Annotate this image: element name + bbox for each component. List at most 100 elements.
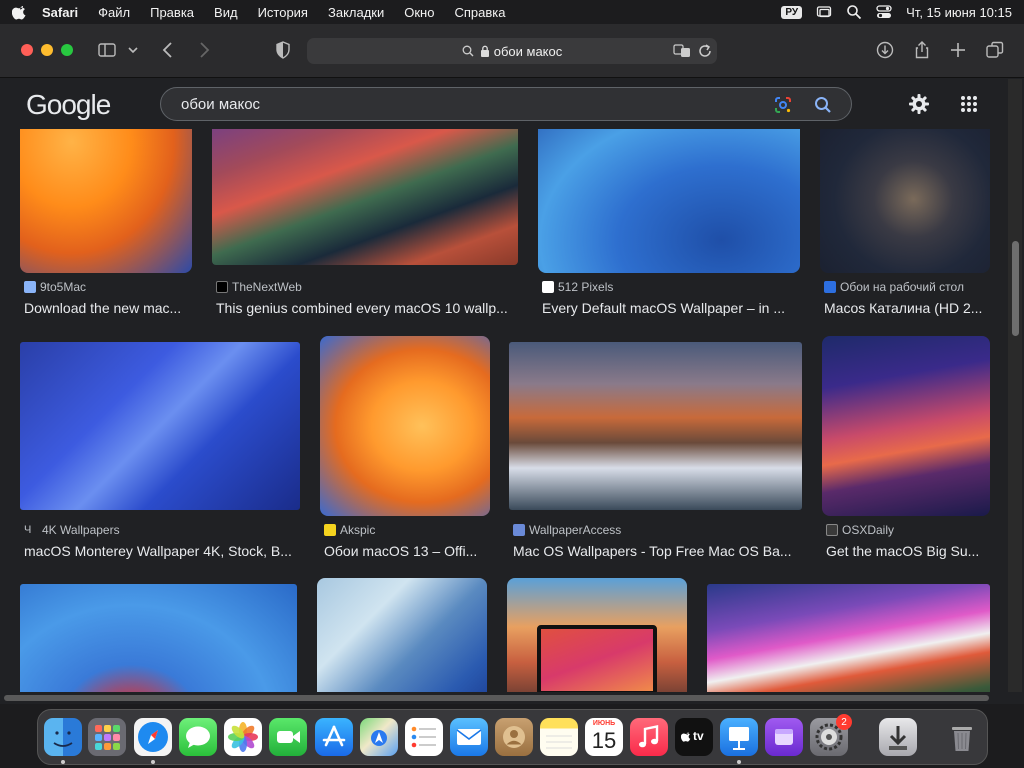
result-title[interactable]: Macos Каталина (HD 2...: [824, 300, 990, 316]
google-logo[interactable]: Google: [26, 89, 111, 121]
image-result[interactable]: Ч 4K Wallpapers macOS Monterey Wallpaper …: [20, 334, 300, 564]
window-close-button[interactable]: [21, 44, 33, 56]
result-source[interactable]: Akspic: [340, 523, 375, 537]
horizontal-scrollbar-thumb[interactable]: [4, 695, 989, 701]
result-thumbnail[interactable]: [212, 129, 518, 265]
result-title[interactable]: Download the new mac...: [24, 300, 192, 316]
result-thumbnail[interactable]: [317, 578, 487, 692]
menu-window[interactable]: Окно: [404, 5, 434, 20]
result-title[interactable]: Обои macOS 13 – Offi...: [324, 543, 490, 559]
back-icon[interactable]: [158, 40, 178, 60]
result-source[interactable]: TheNextWeb: [232, 280, 302, 294]
result-thumbnail[interactable]: [538, 129, 800, 273]
new-tab-icon[interactable]: [948, 40, 968, 60]
menu-help[interactable]: Справка: [454, 5, 505, 20]
keynote-icon[interactable]: [720, 718, 758, 756]
result-source[interactable]: 4K Wallpapers: [42, 523, 120, 537]
podcasts-icon[interactable]: [765, 718, 803, 756]
window-minimize-button[interactable]: [41, 44, 53, 56]
google-apps-icon[interactable]: [960, 95, 978, 113]
result-title[interactable]: Get the macOS Big Su...: [826, 543, 990, 559]
horizontal-scrollbar[interactable]: [0, 692, 1004, 704]
forward-icon[interactable]: [194, 40, 214, 60]
image-result[interactable]: 512 Pixels Every Default macOS Wallpaper…: [538, 129, 800, 319]
result-thumbnail[interactable]: [707, 584, 990, 692]
reminders-icon[interactable]: [405, 718, 443, 756]
google-lens-icon[interactable]: [773, 95, 793, 115]
launchpad-icon[interactable]: [88, 718, 126, 756]
sidebar-toggle-icon[interactable]: [97, 40, 117, 60]
facetime-icon[interactable]: [269, 718, 307, 756]
menu-edit[interactable]: Правка: [150, 5, 194, 20]
result-source[interactable]: Обои на рабочий стол: [840, 280, 964, 294]
result-thumbnail[interactable]: [822, 336, 990, 516]
apple-icon[interactable]: [12, 4, 28, 20]
image-result[interactable]: [20, 577, 297, 692]
trash-icon[interactable]: [943, 718, 981, 756]
vertical-scrollbar-thumb[interactable]: [1012, 241, 1019, 336]
apple-tv-label: tv: [693, 729, 704, 743]
music-icon[interactable]: [630, 718, 668, 756]
search-input[interactable]: [181, 94, 741, 114]
image-result[interactable]: [507, 577, 687, 692]
image-result[interactable]: Обои на рабочий стол Macos Каталина (HD …: [820, 129, 990, 319]
app-store-icon[interactable]: [315, 718, 353, 756]
result-source[interactable]: 512 Pixels: [558, 280, 613, 294]
messages-icon[interactable]: [179, 718, 217, 756]
menu-app-name[interactable]: Safari: [42, 5, 78, 20]
result-title[interactable]: Mac OS Wallpapers - Top Free Mac OS Ba..…: [513, 543, 802, 559]
screen-mirroring-icon[interactable]: [816, 4, 832, 20]
menu-clock[interactable]: Чт, 15 июня 10:15: [906, 5, 1012, 20]
image-result[interactable]: WallpaperAccess Mac OS Wallpapers - Top …: [509, 334, 802, 564]
result-source[interactable]: WallpaperAccess: [529, 523, 621, 537]
result-thumbnail[interactable]: [509, 342, 802, 510]
result-source[interactable]: OSXDaily: [842, 523, 894, 537]
image-result[interactable]: TheNextWeb This genius combined every ma…: [212, 129, 518, 319]
tab-overview-icon[interactable]: [985, 40, 1005, 60]
apple-tv-icon[interactable]: tv: [675, 718, 713, 756]
system-settings-icon[interactable]: 2: [810, 714, 852, 756]
result-thumbnail[interactable]: [20, 342, 300, 510]
safari-icon[interactable]: [134, 718, 172, 756]
image-result[interactable]: [707, 577, 990, 692]
share-icon[interactable]: [912, 40, 932, 60]
window-zoom-button[interactable]: [61, 44, 73, 56]
translate-icon[interactable]: [673, 43, 691, 59]
reload-icon[interactable]: [697, 43, 713, 59]
result-source[interactable]: 9to5Mac: [40, 280, 86, 294]
search-icon[interactable]: [813, 95, 833, 115]
image-result[interactable]: OSXDaily Get the macOS Big Su...: [822, 334, 990, 564]
menu-file[interactable]: Файл: [98, 5, 130, 20]
image-result[interactable]: [317, 577, 487, 692]
menu-history[interactable]: История: [258, 5, 308, 20]
downloads-stack-icon[interactable]: [879, 718, 917, 756]
settings-gear-icon[interactable]: [908, 93, 930, 115]
result-thumbnail[interactable]: [20, 584, 297, 692]
result-title[interactable]: macOS Monterey Wallpaper 4K, Stock, B...: [24, 543, 300, 559]
privacy-shield-icon[interactable]: [273, 40, 293, 60]
menu-bookmarks[interactable]: Закладки: [328, 5, 384, 20]
address-bar[interactable]: обои макос: [307, 38, 717, 64]
image-result[interactable]: Akspic Обои macOS 13 – Offi...: [320, 334, 490, 564]
finder-icon[interactable]: [44, 718, 82, 756]
chevron-down-icon[interactable]: [126, 40, 140, 60]
calendar-icon[interactable]: ИЮНЬ 15: [585, 718, 623, 756]
notes-icon[interactable]: [540, 718, 578, 756]
downloads-icon[interactable]: [875, 40, 895, 60]
spotlight-search-icon[interactable]: [846, 4, 862, 20]
control-center-icon[interactable]: [876, 4, 892, 20]
result-title[interactable]: Every Default macOS Wallpaper – in ...: [542, 300, 800, 316]
image-result[interactable]: 9to5Mac Download the new mac...: [20, 129, 192, 319]
result-thumbnail[interactable]: [320, 336, 490, 516]
input-language-indicator[interactable]: РУ: [781, 5, 803, 19]
search-box[interactable]: [160, 87, 852, 121]
contacts-icon[interactable]: [495, 718, 533, 756]
photos-icon[interactable]: [224, 718, 262, 756]
mail-icon[interactable]: [450, 718, 488, 756]
menu-view[interactable]: Вид: [214, 5, 238, 20]
vertical-scrollbar[interactable]: [1008, 79, 1022, 692]
maps-icon[interactable]: [360, 718, 398, 756]
result-thumbnail[interactable]: [20, 129, 192, 273]
result-thumbnail[interactable]: [820, 129, 990, 273]
result-title[interactable]: This genius combined every macOS 10 wall…: [216, 300, 518, 316]
